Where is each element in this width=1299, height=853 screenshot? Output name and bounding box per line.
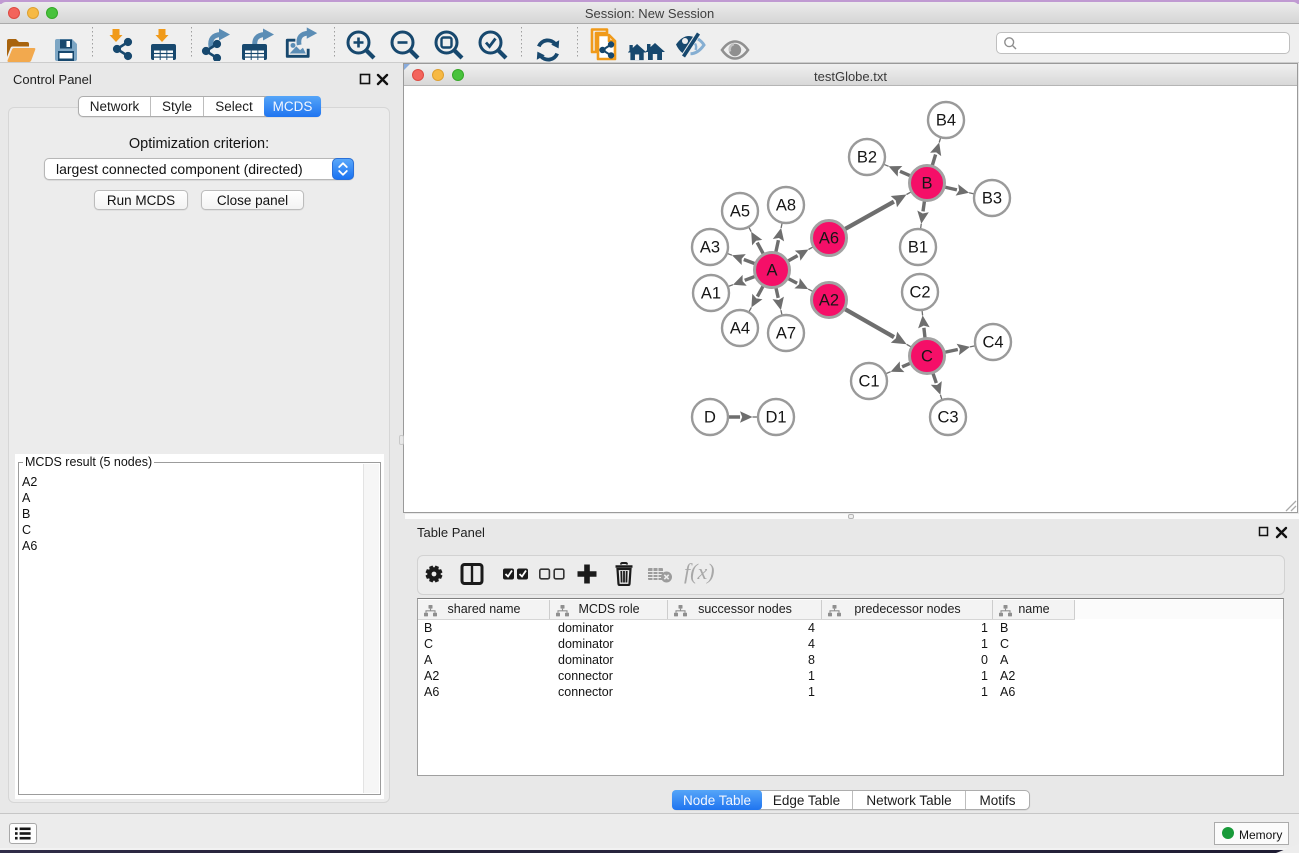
svg-text:A8: A8	[776, 197, 796, 215]
svg-text:C1: C1	[858, 373, 879, 391]
svg-text:A2: A2	[819, 292, 839, 310]
svg-text:A1: A1	[701, 285, 721, 303]
svg-text:A7: A7	[776, 325, 796, 343]
svg-text:A: A	[766, 262, 777, 280]
svg-text:C4: C4	[982, 334, 1003, 352]
svg-text:A6: A6	[819, 230, 839, 248]
svg-text:B: B	[921, 175, 932, 193]
svg-text:B3: B3	[982, 190, 1002, 208]
svg-text:D: D	[704, 409, 716, 427]
svg-text:A5: A5	[730, 203, 750, 221]
svg-text:C: C	[921, 348, 933, 366]
svg-text:B1: B1	[908, 239, 928, 257]
svg-text:A3: A3	[700, 239, 720, 257]
svg-text:C3: C3	[937, 409, 958, 427]
svg-text:A4: A4	[730, 320, 750, 338]
svg-text:B2: B2	[857, 149, 877, 167]
svg-text:B4: B4	[936, 112, 956, 130]
svg-text:C2: C2	[909, 284, 930, 302]
svg-text:D1: D1	[765, 409, 786, 427]
